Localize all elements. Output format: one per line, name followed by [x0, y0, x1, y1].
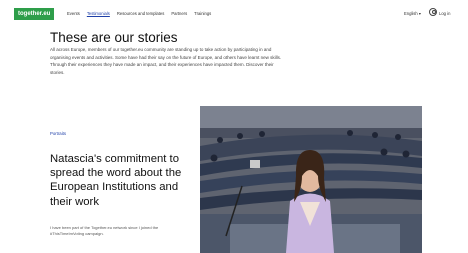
story-title[interactable]: Natascia's commitment to spread the word… [50, 152, 190, 209]
parliament-photo-illustration [200, 106, 422, 253]
story-photo[interactable] [200, 106, 422, 253]
nav-item-testimonials[interactable]: Testimonials [87, 11, 110, 16]
page-title: These are our stories [50, 30, 178, 45]
nav-item-trainings[interactable]: Trainings [194, 11, 211, 16]
site-header: together.eu Events Testimonials Resource… [0, 0, 468, 26]
nav-item-events[interactable]: Events [67, 11, 80, 16]
user-icon[interactable] [429, 8, 437, 16]
nav-item-resources[interactable]: Resources and templates [117, 11, 164, 16]
login-link[interactable]: Log in [439, 11, 450, 16]
intro-text: All across Europe, members of our togeth… [50, 47, 282, 75]
language-selector[interactable]: English ▾ [404, 11, 421, 16]
story-category-link[interactable]: Portraits [50, 131, 66, 136]
main-nav: Events Testimonials Resources and templa… [67, 11, 211, 16]
nav-item-partners[interactable]: Partners [171, 11, 187, 16]
story-description: I have been part of the Together.eu netw… [50, 225, 159, 237]
site-logo[interactable]: together.eu [14, 8, 55, 20]
